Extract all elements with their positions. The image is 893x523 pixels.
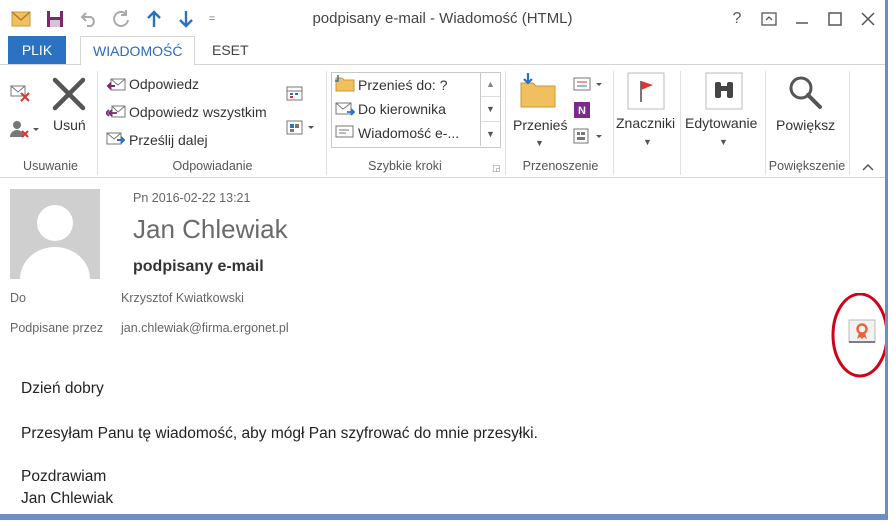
to-manager-icon: [335, 100, 356, 122]
group-label-usuwanie: Usuwanie: [23, 159, 78, 173]
rules-icon[interactable]: [572, 75, 606, 98]
body-greeting: Dzień dobry: [21, 380, 104, 397]
to-label: Do: [10, 291, 26, 305]
delete-button[interactable]: Usuń: [53, 117, 86, 133]
tags-dropdown-icon[interactable]: ▼: [643, 137, 652, 147]
quick-steps-down-arrow-icon[interactable]: ▼: [481, 96, 500, 121]
ribbon: Usuń Usuwanie Odpowiedz Odpowiedz wszyst…: [0, 65, 885, 178]
move-button[interactable]: Przenieś: [513, 117, 567, 133]
quick-steps-up-arrow-icon[interactable]: ▲: [481, 72, 500, 96]
flag-icon: [627, 72, 665, 115]
move-folder-icon: [518, 71, 558, 114]
reply-button[interactable]: Odpowiedz: [129, 76, 199, 92]
body-signature-name: Jan Chlewiak: [21, 490, 114, 507]
quick-steps-scroll: ▲ ▼ ▼: [480, 72, 500, 146]
group-separator: [613, 71, 614, 175]
help-button[interactable]: ?: [726, 9, 748, 29]
onenote-icon[interactable]: N: [572, 101, 592, 124]
cleanup-icon[interactable]: [9, 119, 39, 144]
tags-button[interactable]: Znaczniki: [616, 115, 675, 131]
actions-icon[interactable]: [572, 127, 606, 150]
forward-button[interactable]: Prześlij dalej: [129, 132, 208, 148]
sender-name[interactable]: Jan Chlewiak: [133, 214, 288, 245]
quick-step-move-to[interactable]: Przenieś do: ?: [358, 77, 448, 93]
collapse-ribbon-icon[interactable]: [862, 159, 874, 177]
group-separator: [849, 71, 850, 175]
group-separator: [97, 71, 98, 175]
to-recipient[interactable]: Krzysztof Kwiatkowski: [121, 291, 244, 305]
meeting-icon[interactable]: [286, 85, 306, 108]
maximize-icon[interactable]: [824, 9, 846, 29]
group-separator: [326, 71, 327, 175]
window-title: podpisany e-mail - Wiadomość (HTML): [312, 10, 573, 27]
reply-all-button[interactable]: Odpowiedz wszystkim: [129, 104, 267, 120]
message-window: = podpisany e-mail - Wiadomość (HTML) ? …: [0, 0, 888, 520]
close-icon[interactable]: [857, 9, 879, 29]
reply-all-icon: [104, 103, 126, 126]
message-subject: podpisany e-mail: [133, 258, 264, 275]
folder-move-icon: [335, 75, 355, 97]
move-dropdown-icon[interactable]: ▼: [535, 138, 544, 148]
quick-step-email[interactable]: Wiadomość e-...: [358, 125, 459, 141]
editing-button[interactable]: Edytowanie: [685, 115, 757, 131]
message-date: Pn 2016-02-22 13:21: [133, 191, 251, 205]
body-closing: Pozdrawiam: [21, 468, 107, 485]
email-step-icon: [335, 123, 355, 145]
delete-icon[interactable]: [50, 75, 88, 118]
ribbon-tabs: PLIK WIADOMOŚĆ ESET: [0, 36, 885, 66]
ribbon-display-icon[interactable]: [758, 9, 780, 29]
forward-icon: [106, 130, 126, 153]
zoom-button[interactable]: Powiększ: [776, 117, 835, 133]
quick-step-to-manager[interactable]: Do kierownika: [358, 101, 446, 117]
ignore-icon[interactable]: [9, 83, 31, 108]
quick-steps-more-icon[interactable]: ▼: [481, 121, 500, 146]
title-bar: = podpisany e-mail - Wiadomość (HTML) ?: [0, 0, 885, 36]
body-paragraph: Przesyłam Panu tę wiadomość, aby mógł Pa…: [21, 425, 538, 442]
svg-text:N: N: [578, 105, 586, 117]
group-label-odpowiadanie: Odpowiadanie: [172, 159, 253, 173]
group-label-powiekszenie: Powiększenie: [768, 159, 846, 173]
signed-by-address[interactable]: jan.chlewiak@firma.ergonet.pl: [121, 321, 289, 335]
reply-icon: [106, 76, 126, 99]
group-label-przenoszenie: Przenoszenie: [522, 159, 599, 173]
tab-file[interactable]: PLIK: [8, 36, 66, 64]
group-separator: [680, 71, 681, 175]
group-separator: [505, 71, 506, 175]
signed-by-label: Podpisane przez: [10, 321, 104, 335]
binoculars-icon: [705, 72, 743, 115]
group-label-szybkie-kroki: Szybkie kroki: [368, 159, 442, 173]
tab-message[interactable]: WIADOMOŚĆ: [80, 36, 196, 66]
sender-avatar: [10, 189, 100, 279]
dialog-launcher-icon[interactable]: ◲: [492, 163, 501, 174]
highlight-circle: [831, 292, 885, 386]
minimize-icon[interactable]: [791, 9, 813, 29]
editing-dropdown-icon[interactable]: ▼: [719, 137, 728, 147]
tab-eset[interactable]: ESET: [200, 36, 261, 64]
zoom-magnifier-icon: [786, 73, 824, 116]
more-respond-icon[interactable]: [286, 119, 318, 142]
